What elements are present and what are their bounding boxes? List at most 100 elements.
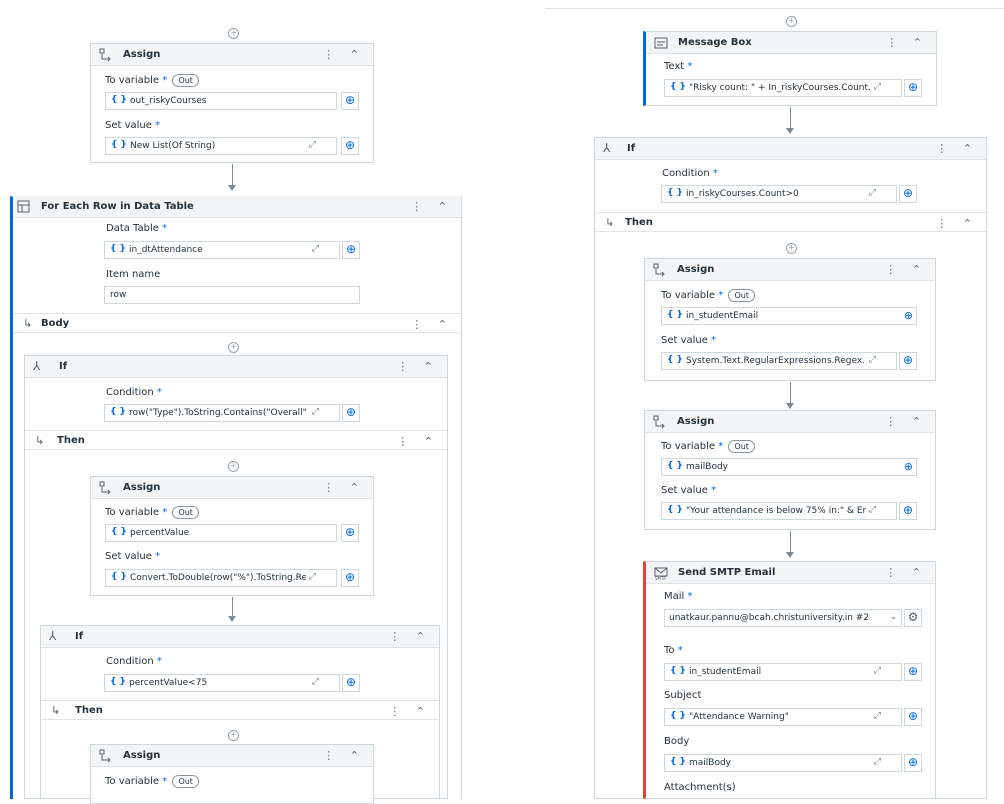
to-variable-field[interactable]: { } out_riskyCourses	[105, 92, 337, 110]
send-smtp-email-card[interactable]: SMTP Send SMTP Email ⋮ ⌃ Mail * unatkaur…	[643, 561, 936, 799]
set-value-field[interactable]: { } New List(Of String) ⤢	[105, 137, 337, 155]
plus-icon[interactable]: ⊕	[341, 569, 359, 587]
add-activity-icon[interactable]: +	[228, 342, 239, 353]
to-variable-label: To variable * Out	[661, 440, 755, 453]
plus-icon[interactable]: ⊕	[899, 352, 917, 370]
plus-icon[interactable]: ⊕	[904, 460, 913, 473]
assign-activity-card[interactable]: Assign ⋮ ⌃ To variable * Out { } mailBody…	[644, 410, 936, 530]
activity-title: Send SMTP Email	[678, 567, 776, 578]
assign-icon	[99, 481, 113, 495]
more-collapse-controls[interactable]: ⋮ ⌃	[389, 705, 431, 718]
body-label: Body	[664, 736, 690, 747]
more-collapse-controls[interactable]: ⋮ ⌃	[411, 200, 453, 213]
set-value-field[interactable]: { } System.Text.RegularExpressions.Regex.…	[661, 352, 897, 370]
more-collapse-controls[interactable]: ⋮ ⌃	[936, 142, 978, 155]
attachments-label: Attachment(s)	[664, 782, 736, 793]
if-icon: ⅄	[33, 359, 41, 373]
to-variable-field[interactable]: { } percentValue	[105, 524, 337, 542]
for-each-title: For Each Row in Data Table	[41, 201, 194, 212]
then-bar[interactable]: ↳ Then ⋮ ⌃	[595, 212, 986, 232]
more-collapse-controls[interactable]: ⋮ ⌃	[389, 630, 431, 643]
add-activity-icon[interactable]: +	[228, 730, 239, 741]
subject-field[interactable]: { } "Attendance Warning" ⤢	[664, 708, 902, 726]
activity-title: Assign	[123, 49, 161, 60]
body-field[interactable]: { } mailBody ⤢	[664, 754, 902, 772]
to-variable-label: To variable * Out	[661, 289, 755, 302]
plus-icon[interactable]: ⊕	[904, 309, 913, 322]
activity-title: Assign	[677, 416, 715, 427]
body-bar[interactable]: ↳ Body ⋮ ⌃	[13, 313, 461, 333]
more-collapse-controls[interactable]: ⋮ ⌃	[397, 360, 439, 373]
data-table-label: Data Table *	[106, 223, 168, 234]
plus-icon[interactable]: ⊕	[342, 404, 360, 422]
more-collapse-controls[interactable]: ⋮ ⌃	[936, 217, 978, 230]
activity-title: Assign	[123, 482, 161, 493]
to-variable-label: To variable * Out	[105, 775, 199, 788]
plus-icon[interactable]: ⊕	[904, 663, 922, 681]
plus-icon[interactable]: ⊕	[341, 137, 359, 155]
more-collapse-controls[interactable]: ⋮ ⌃	[323, 749, 365, 762]
condition-field[interactable]: { } in_riskyCourses.Count>0 ⤢	[661, 185, 897, 203]
add-activity-icon[interactable]: +	[228, 461, 239, 472]
set-value-field[interactable]: { } "Your attendance is below 75% in:" & …	[661, 502, 897, 520]
mail-select[interactable]: unatkaur.pannu@bcah.christuniversity.in …	[664, 609, 902, 627]
if-title: If	[59, 361, 68, 372]
assign-icon	[99, 749, 113, 763]
data-table-field[interactable]: { } in_dtAttendance ⤢	[104, 241, 340, 259]
set-value-label: Set value *	[105, 120, 161, 131]
for-each-icon	[17, 200, 30, 216]
assign-activity-card[interactable]: Assign ⋮ ⌃ To variable * Out { } in_stude…	[644, 258, 936, 381]
assign-activity-card[interactable]: Assign ⋮ ⌃ To variable * Out	[90, 744, 374, 804]
plus-icon[interactable]: ⊕	[899, 502, 917, 520]
then-bar[interactable]: ↳ Then ⋮ ⌃	[25, 430, 447, 450]
add-activity-icon[interactable]: +	[228, 28, 239, 39]
svg-text:SMTP: SMTP	[655, 576, 666, 580]
more-collapse-controls[interactable]: ⋮ ⌃	[323, 48, 365, 61]
more-collapse-controls[interactable]: ⋮ ⌃	[885, 566, 927, 579]
chevron-down-icon: ⌄	[890, 612, 897, 621]
item-name-label: Item name	[106, 269, 161, 280]
add-activity-icon[interactable]: +	[786, 16, 797, 27]
then-bar[interactable]: ↳ Then ⋮ ⌃	[41, 700, 439, 720]
more-collapse-controls[interactable]: ⋮ ⌃	[397, 435, 439, 448]
set-value-label: Set value *	[661, 485, 717, 496]
more-collapse-controls[interactable]: ⋮ ⌃	[885, 415, 927, 428]
to-variable-field[interactable]: { } mailBody ⊕	[661, 458, 917, 476]
condition-field[interactable]: { } percentValue<75 ⤢	[104, 674, 340, 692]
assign-activity-card[interactable]: Assign ⋮ ⌃ To variable * Out { } out_risk…	[90, 43, 374, 163]
if-title: If	[75, 631, 84, 642]
if-icon: ⅄	[49, 629, 57, 643]
plus-icon[interactable]: ⊕	[341, 92, 359, 110]
assign-icon	[99, 48, 113, 62]
plus-icon[interactable]: ⊕	[342, 241, 360, 259]
gear-icon[interactable]: ⚙	[904, 609, 922, 627]
more-collapse-controls[interactable]: ⋮ ⌃	[411, 318, 453, 331]
condition-label: Condition *	[662, 168, 718, 179]
set-value-label: Set value *	[661, 335, 717, 346]
more-collapse-controls[interactable]: ⋮ ⌃	[323, 481, 365, 494]
message-box-card[interactable]: Message Box ⋮ ⌃ Text * { } "Risky count: …	[643, 31, 937, 106]
item-name-field[interactable]: row	[104, 286, 360, 304]
plus-icon[interactable]: ⊕	[904, 708, 922, 726]
text-field[interactable]: { } "Risky count: " + In_riskyCourses.Cou…	[664, 79, 902, 97]
to-variable-field[interactable]: { } in_studentEmail ⊕	[661, 307, 917, 325]
smtp-mail-icon: SMTP	[654, 566, 668, 581]
plus-icon[interactable]: ⊕	[904, 754, 922, 772]
more-collapse-controls[interactable]: ⋮ ⌃	[886, 36, 928, 49]
plus-icon[interactable]: ⊕	[341, 524, 359, 542]
plus-icon[interactable]: ⊕	[904, 79, 922, 97]
condition-label: Condition *	[106, 656, 162, 667]
assign-icon	[653, 263, 667, 277]
plus-icon[interactable]: ⊕	[899, 185, 917, 203]
condition-field[interactable]: { } row("Type").ToString.Contains("Overal…	[104, 404, 340, 422]
assign-activity-card[interactable]: Assign ⋮ ⌃ To variable * Out { } percentV…	[90, 476, 374, 596]
set-value-field[interactable]: { } Convert.ToDouble(row("%").ToString.Re…	[105, 569, 337, 587]
assign-icon	[653, 415, 667, 429]
add-activity-icon[interactable]: +	[786, 243, 797, 254]
to-field[interactable]: { } in_studentEmail ⤢	[664, 663, 902, 681]
more-collapse-controls[interactable]: ⋮ ⌃	[885, 263, 927, 276]
activity-title: Message Box	[678, 37, 752, 48]
set-value-label: Set value *	[105, 551, 161, 562]
message-box-icon	[654, 36, 668, 50]
plus-icon[interactable]: ⊕	[342, 674, 360, 692]
